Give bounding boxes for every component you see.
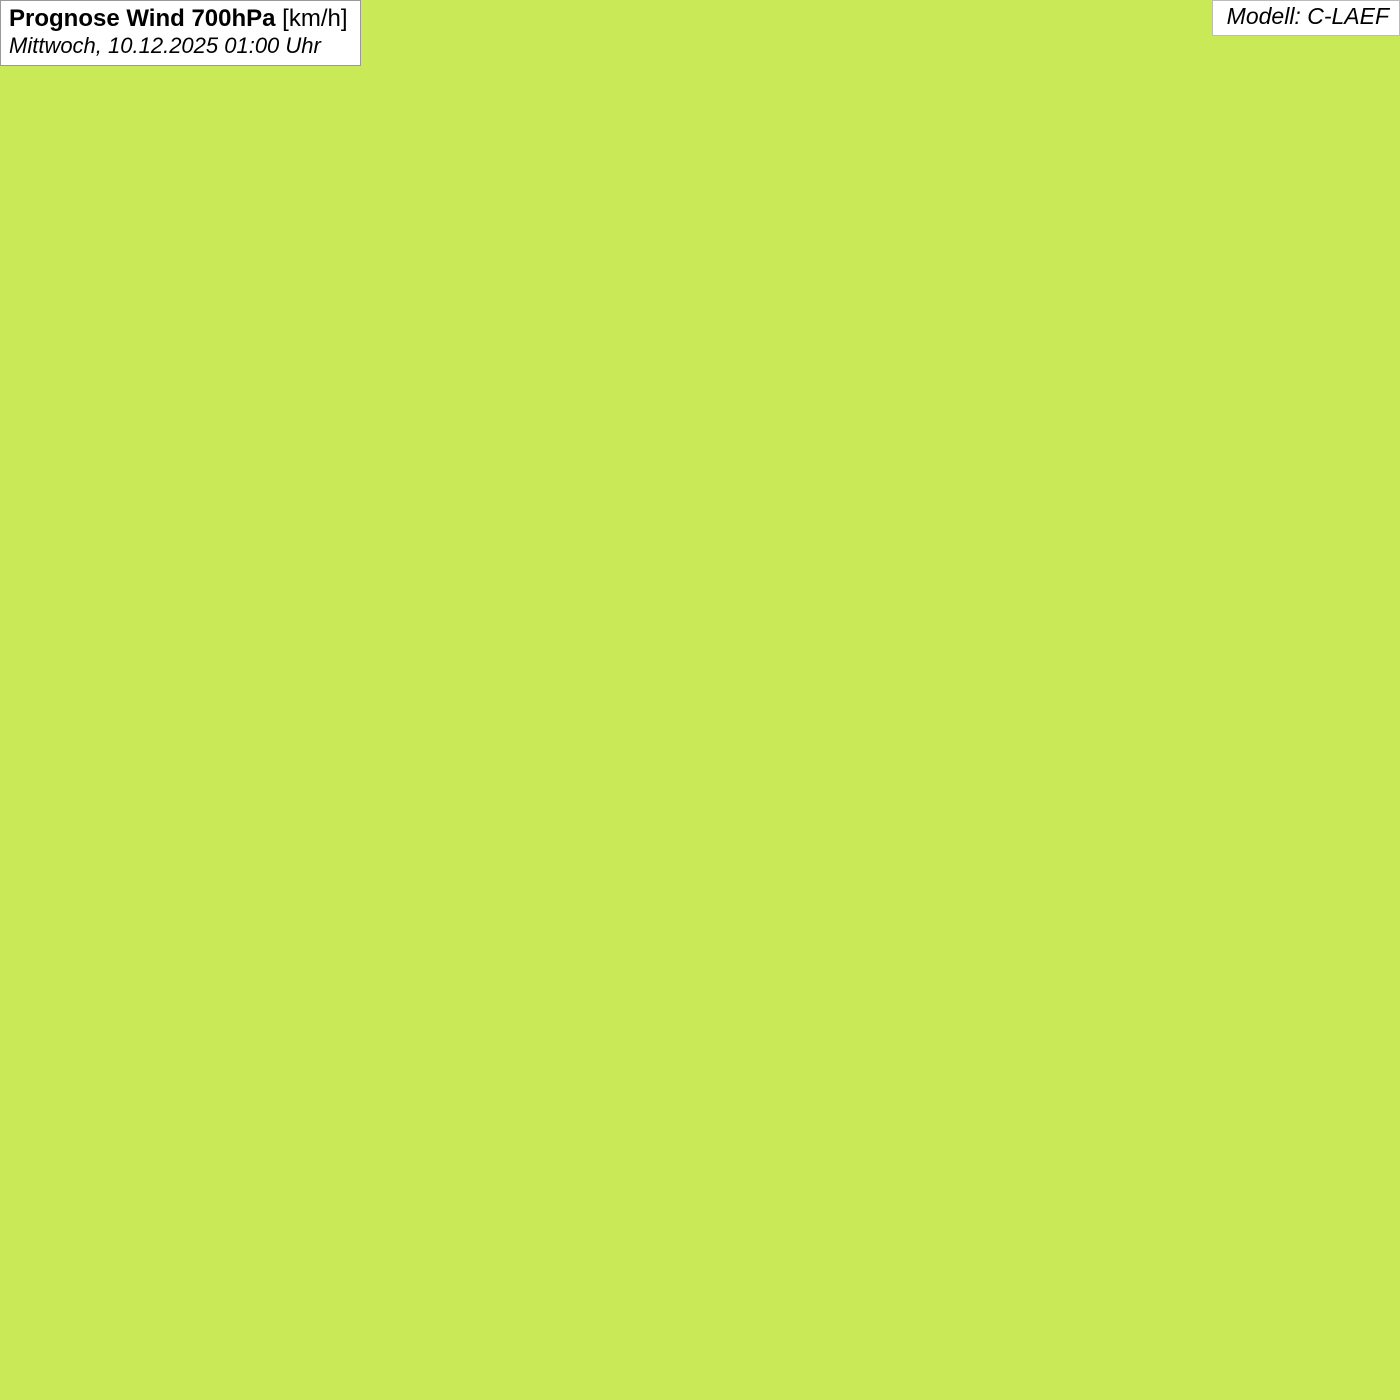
map-canvas — [0, 0, 1400, 1400]
page-title: Prognose Wind 700hPa [km/h] — [9, 5, 348, 33]
title-unit: [km/h] — [276, 5, 348, 32]
title-box: Prognose Wind 700hPa [km/h] Mittwoch, 10… — [0, 0, 361, 66]
weather-map-app: Prognose Wind 700hPa [km/h] Mittwoch, 10… — [0, 0, 1400, 1400]
model-label: Modell: C-LAEF — [1212, 0, 1400, 36]
title-datetime: Mittwoch, 10.12.2025 01:00 Uhr — [9, 33, 348, 59]
title-text: Prognose Wind 700hPa — [9, 5, 276, 32]
